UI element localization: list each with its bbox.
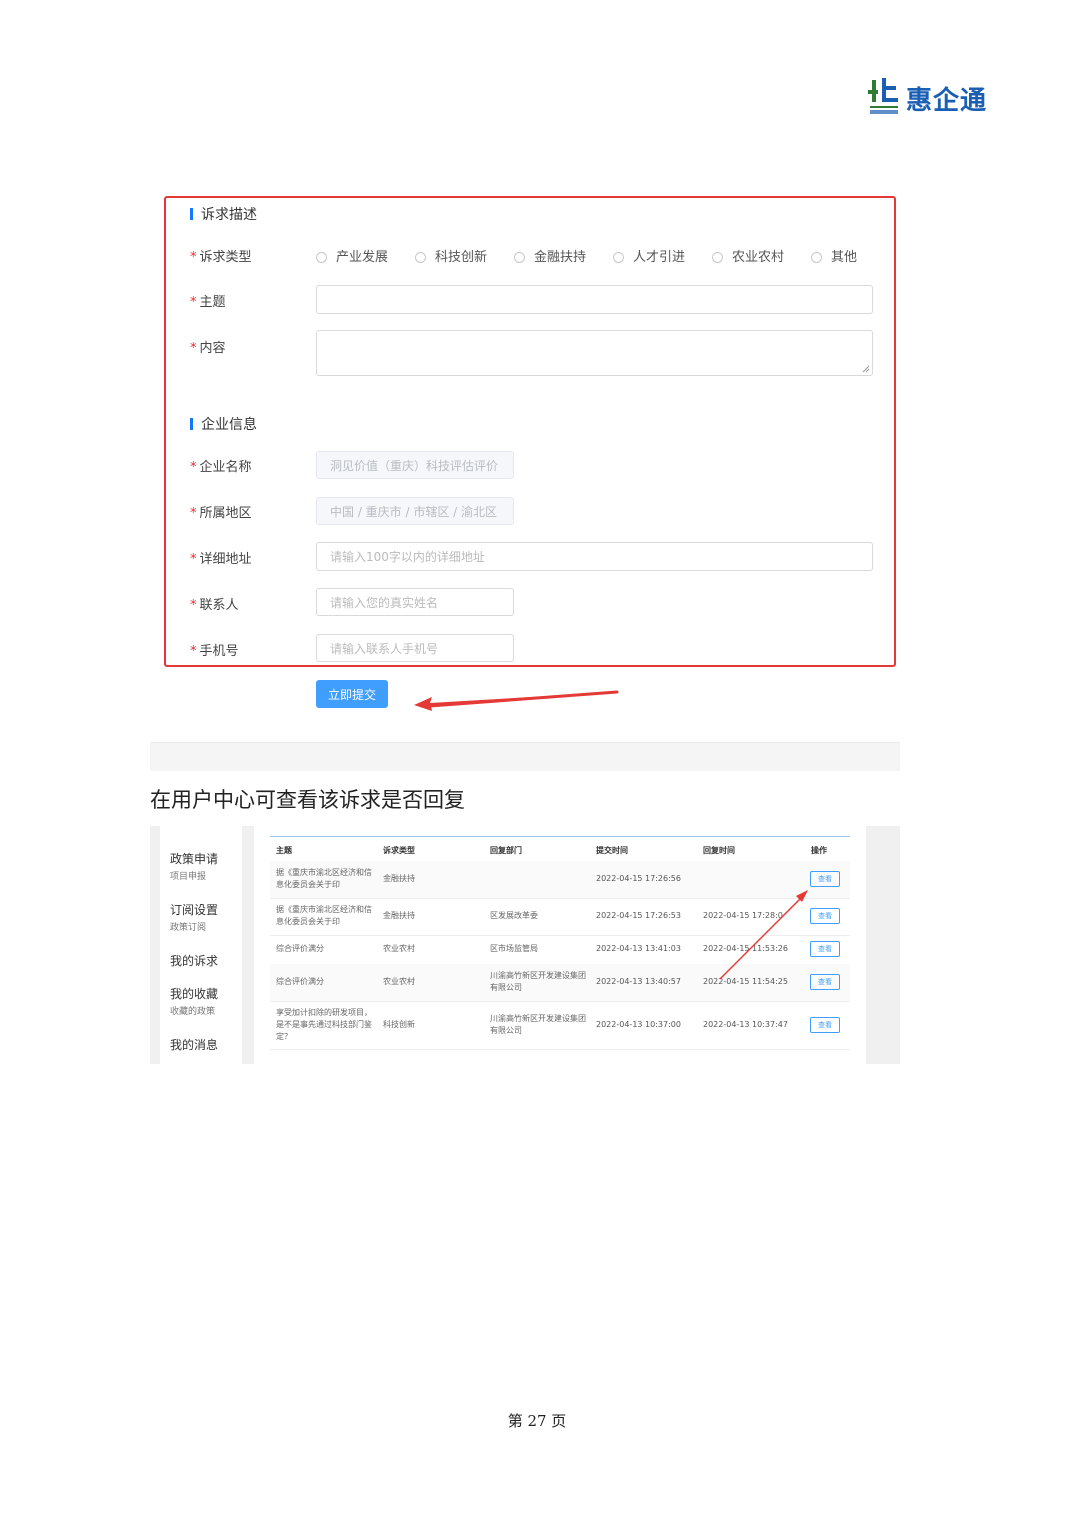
arrow-to-view-button-icon (719, 890, 808, 980)
arrow-to-submit-icon (414, 690, 619, 711)
annotation-arrows (414, 690, 808, 980)
page-number: 第 27 页 (507, 1412, 567, 1430)
